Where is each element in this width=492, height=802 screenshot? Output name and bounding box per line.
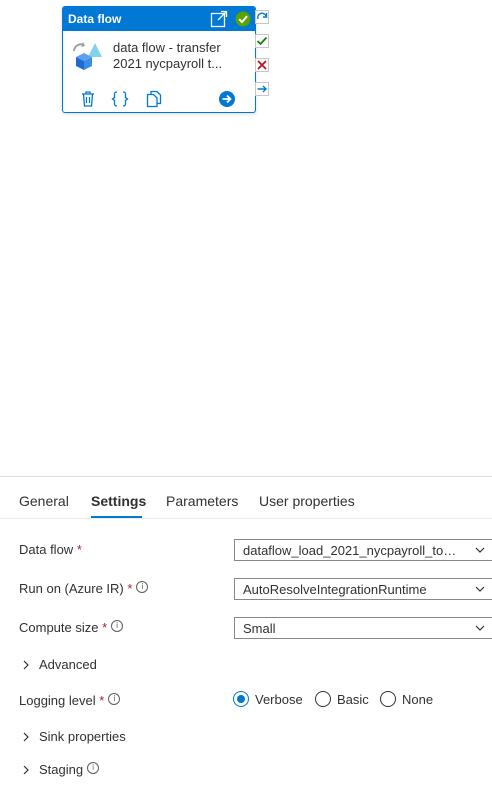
activity-name: data flow - transfer 2021 nycpayroll t..… <box>113 40 249 72</box>
go-arrow-icon[interactable] <box>218 90 236 108</box>
data-flow-value: dataflow_load_2021_nycpayroll_to_s... <box>243 543 461 558</box>
chevron-down-icon <box>475 586 485 592</box>
chevron-down-icon <box>475 547 485 553</box>
code-icon[interactable] <box>111 90 129 108</box>
radio-unselected-icon <box>315 691 331 707</box>
tab-settings[interactable]: Settings <box>91 493 146 509</box>
chevron-right-icon <box>23 765 29 775</box>
logging-verbose-label: Verbose <box>255 691 303 707</box>
logging-verbose-radio[interactable]: Verbose <box>233 691 303 707</box>
radio-selected-icon <box>233 691 249 707</box>
staging-label: Staging <box>39 762 84 777</box>
tab-parameters[interactable]: Parameters <box>166 493 238 509</box>
run-on-value: AutoResolveIntegrationRuntime <box>243 582 427 597</box>
copy-icon[interactable] <box>145 90 163 108</box>
delete-icon[interactable] <box>79 90 97 108</box>
activity-name-line1: data flow - transfer <box>113 40 221 55</box>
activity-header: Data flow <box>63 7 255 31</box>
logging-none-label: None <box>402 691 434 707</box>
advanced-label: Advanced <box>39 657 97 672</box>
tab-user-properties[interactable]: User properties <box>259 493 355 509</box>
skip-icon[interactable] <box>255 82 269 96</box>
info-icon[interactable]: i <box>87 762 100 774</box>
tab-general[interactable]: General <box>19 493 69 509</box>
info-icon[interactable]: i <box>136 581 149 593</box>
advanced-expander[interactable]: Advanced <box>22 657 97 672</box>
failure-icon[interactable] <box>255 58 269 72</box>
completion-icon[interactable] <box>255 10 269 24</box>
compute-size-label: Compute size * i <box>19 620 124 635</box>
compute-size-dropdown[interactable]: Small <box>234 617 492 639</box>
open-external-icon[interactable] <box>210 10 228 28</box>
activity-type-label: Data flow <box>68 12 122 26</box>
staging-expander[interactable]: Staging i <box>22 762 100 777</box>
dataflow-icon <box>73 42 102 70</box>
compute-size-value: Small <box>243 621 276 636</box>
run-on-dropdown[interactable]: AutoResolveIntegrationRuntime <box>234 578 492 600</box>
activity-name-line2: 2021 nycpayroll t... <box>113 56 223 71</box>
sink-properties-expander[interactable]: Sink properties <box>22 729 126 744</box>
pipeline-canvas[interactable]: Data flow data flow - transfer 2021 nycp… <box>0 0 492 476</box>
chevron-right-icon <box>23 732 29 742</box>
properties-panel: General Settings Parameters User propert… <box>0 476 492 802</box>
info-icon[interactable]: i <box>108 693 121 705</box>
run-on-label: Run on (Azure IR) * i <box>19 581 149 596</box>
logging-basic-radio[interactable]: Basic <box>315 691 369 707</box>
logging-none-radio[interactable]: None <box>380 691 433 707</box>
active-tab-indicator <box>91 516 142 518</box>
info-icon[interactable]: i <box>111 620 124 632</box>
success-icon[interactable] <box>255 34 269 48</box>
chevron-right-icon <box>23 660 29 670</box>
dataflow-activity-card[interactable]: Data flow data flow - transfer 2021 nycp… <box>62 6 256 113</box>
sink-properties-label: Sink properties <box>39 729 126 744</box>
logging-level-label: Logging level * i <box>19 693 121 708</box>
chevron-down-icon <box>475 625 485 631</box>
success-status-icon <box>235 11 251 27</box>
data-flow-label: Data flow * <box>19 542 82 557</box>
logging-basic-label: Basic <box>337 691 369 707</box>
tab-bar: General Settings Parameters User propert… <box>0 477 492 519</box>
radio-unselected-icon <box>380 691 396 707</box>
data-flow-dropdown[interactable]: dataflow_load_2021_nycpayroll_to_s... <box>234 539 492 561</box>
